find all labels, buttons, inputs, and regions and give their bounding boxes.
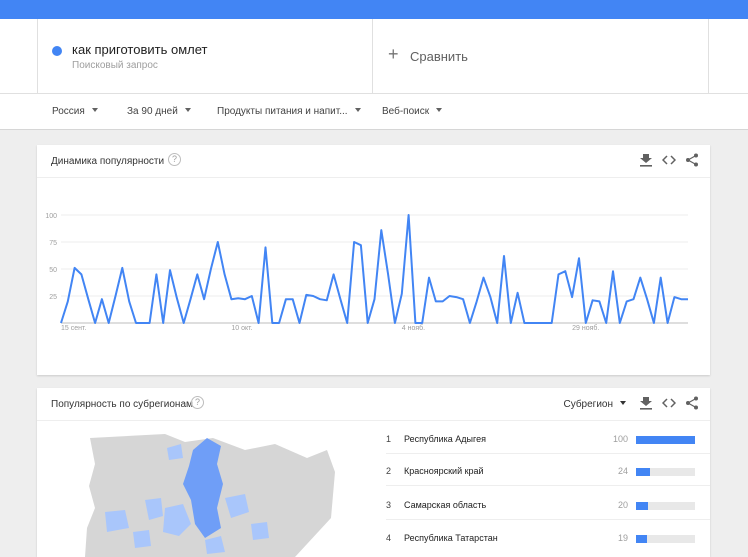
plus-icon: +	[388, 44, 399, 64]
filter-region-label: Россия	[52, 106, 85, 117]
rank-number: 4	[386, 533, 392, 543]
caret-down-icon	[354, 108, 361, 112]
term-color-dot	[52, 46, 62, 56]
subregion-select[interactable]: Субрегион	[563, 399, 626, 410]
value-bar	[636, 502, 695, 510]
card-header: Популярность по субрегионам ? Субрегион	[37, 388, 710, 421]
filter-region[interactable]: Россия	[52, 106, 98, 117]
search-terms-bar: как приготовить омлет Поисковый запрос +…	[0, 19, 748, 94]
subregion-value: 100	[612, 434, 628, 444]
subregion-select-label: Субрегион	[563, 399, 613, 410]
caret-down-icon	[620, 401, 626, 405]
card-header: Динамика популярности ?	[37, 145, 710, 178]
x-tick-label: 15 сент.	[61, 325, 86, 332]
value-bar	[636, 468, 695, 476]
subregion-name[interactable]: Республика Татарстан	[404, 533, 498, 543]
filter-time-range[interactable]: За 90 дней	[127, 106, 191, 117]
y-tick-label: 75	[49, 240, 57, 247]
rank-number: 3	[386, 500, 392, 510]
filter-category-label: Продукты питания и напит...	[217, 106, 348, 117]
filter-time-label: За 90 дней	[127, 106, 178, 117]
interest-by-subregion-card: Популярность по субрегионам ? Субрегион …	[37, 388, 710, 557]
map-region-light	[251, 522, 269, 540]
subregion-name[interactable]: Республика Адыгея	[404, 434, 486, 444]
subregion-value: 19	[617, 533, 628, 543]
caret-down-icon	[91, 108, 98, 112]
row-divider	[386, 453, 710, 454]
row-divider	[386, 519, 710, 520]
subregion-name[interactable]: Красноярский край	[404, 466, 484, 476]
compare-label: Сравнить	[410, 49, 468, 64]
filter-bar: Россия За 90 дней Продукты питания и нап…	[0, 94, 748, 130]
search-term-card[interactable]: как приготовить омлет Поисковый запрос	[37, 19, 373, 94]
subregion-row[interactable]: 2 Красноярский край 24	[386, 463, 696, 483]
value-bar-fill	[636, 502, 648, 510]
subregion-value: 24	[617, 466, 628, 476]
y-tick-label: 25	[49, 294, 57, 301]
search-term-type: Поисковый запрос	[72, 60, 158, 71]
value-bar	[636, 535, 695, 543]
download-icon[interactable]	[639, 396, 653, 410]
y-tick-label: 100	[45, 213, 57, 220]
x-tick-label: 29 нояб.	[572, 324, 599, 332]
filter-search-type-label: Веб-поиск	[382, 106, 430, 117]
interest-over-time-card: Динамика популярности ? 25 50 75 100 15 сент…	[37, 145, 710, 375]
top-app-bar	[0, 0, 748, 19]
card-title: Популярность по субрегионам	[51, 399, 193, 410]
rank-number: 1	[386, 434, 392, 444]
y-tick-label: 50	[49, 267, 57, 274]
x-tick-label: 4 нояб.	[402, 324, 425, 332]
filter-search-type[interactable]: Веб-поиск	[382, 106, 443, 117]
subregion-row[interactable]: 3 Самарская область 20	[386, 497, 696, 517]
caret-down-icon	[436, 108, 443, 112]
compare-button[interactable]: + Сравнить	[373, 19, 709, 94]
subregion-row[interactable]: 1 Республика Адыгея 100	[386, 431, 696, 451]
subregion-row[interactable]: 4 Республика Татарстан 19	[386, 530, 696, 550]
search-term-label[interactable]: как приготовить омлет	[72, 42, 207, 57]
share-icon[interactable]	[685, 396, 699, 410]
caret-down-icon	[184, 108, 191, 112]
embed-icon[interactable]	[662, 396, 676, 410]
map-region-light	[133, 530, 151, 548]
subregion-map[interactable]	[45, 428, 375, 557]
share-icon[interactable]	[685, 153, 699, 167]
card-title: Динамика популярности	[51, 156, 165, 167]
filter-category[interactable]: Продукты питания и напит...	[217, 106, 361, 117]
value-bar-fill	[636, 468, 651, 476]
help-icon[interactable]: ?	[191, 396, 204, 409]
interest-line-chart: 25 50 75 100 15 сент. 10 окт. 4 нояб. 29 нояб.	[45, 213, 688, 332]
help-icon[interactable]: ?	[168, 153, 181, 166]
value-bar-fill	[636, 535, 648, 543]
download-icon[interactable]	[639, 153, 653, 167]
value-bar	[636, 436, 695, 444]
subregion-name[interactable]: Самарская область	[404, 500, 486, 510]
rank-number: 2	[386, 466, 392, 476]
row-divider	[386, 485, 710, 486]
x-tick-label: 10 окт.	[231, 325, 252, 332]
embed-icon[interactable]	[662, 153, 676, 167]
value-bar-fill	[636, 436, 695, 444]
subregion-value: 20	[617, 500, 628, 510]
